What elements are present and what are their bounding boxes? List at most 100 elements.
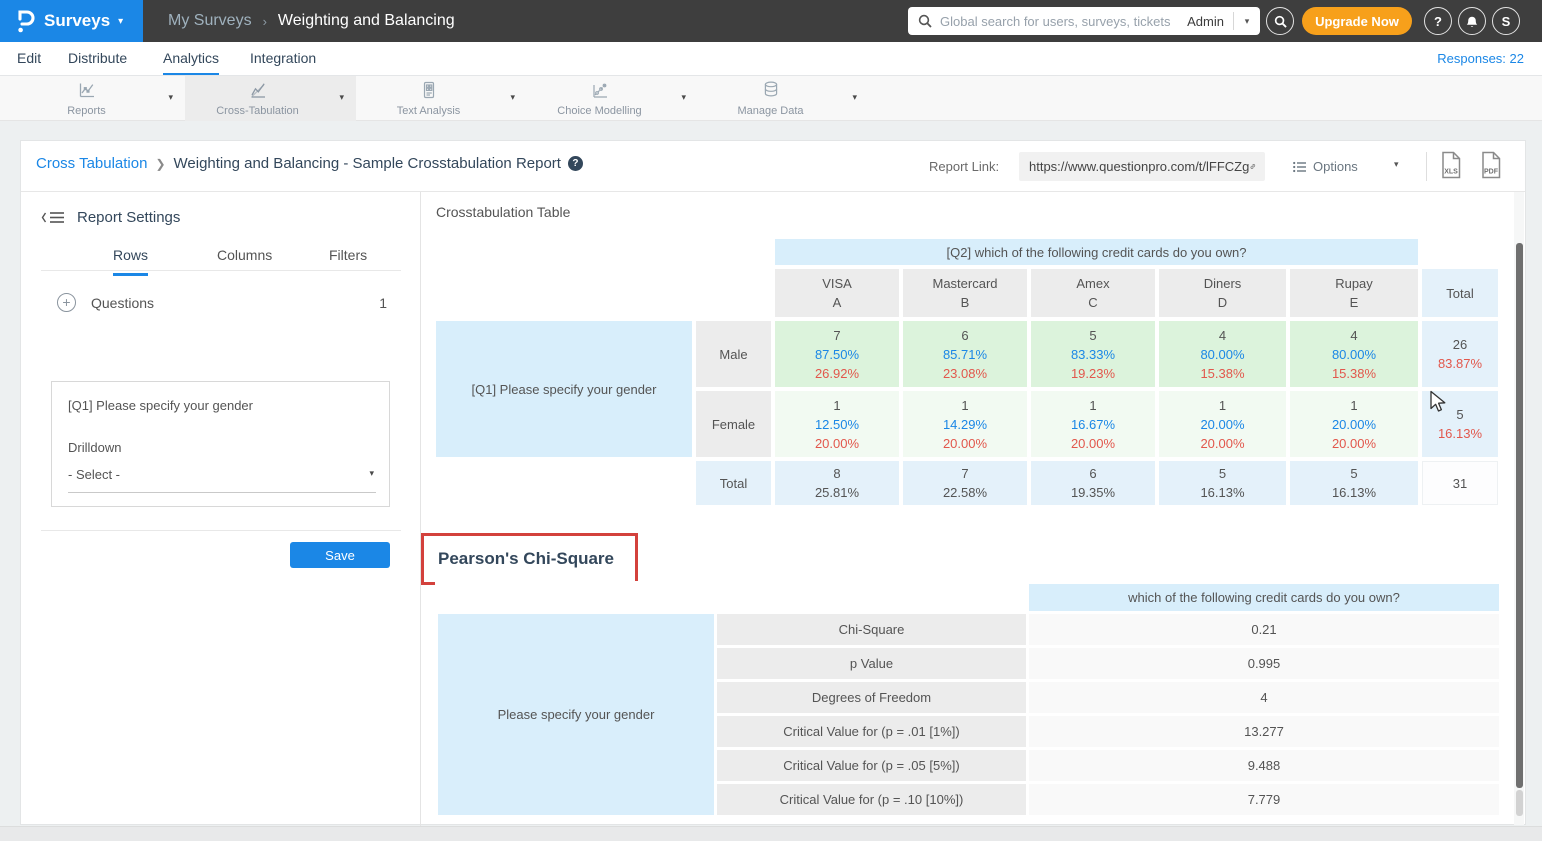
save-button[interactable]: Save [290, 542, 390, 568]
chevron-down-icon: ▾ [168, 92, 173, 103]
list-icon [1293, 161, 1307, 173]
analytics-toolbar: Reports ▾ Cross-Tabulation ▾ Text Analys… [0, 76, 1542, 121]
tab-distribute[interactable]: Distribute [68, 42, 127, 75]
breadcrumb-cross-tabulation[interactable]: Cross Tabulation [36, 155, 147, 172]
total-cell: 722.58% [903, 461, 1027, 505]
drilldown-select[interactable]: - Select - ▾ [68, 466, 376, 493]
questions-label: Questions [91, 295, 154, 311]
footer-strip [0, 826, 1542, 841]
chi-square-table: which of the following credit cards do y… [435, 581, 1502, 818]
chevron-down-icon: ▾ [339, 92, 344, 103]
chevron-down-icon: ▾ [510, 92, 515, 103]
report-link-url[interactable]: https://www.questionpro.com/t/lFFCZg [1029, 159, 1249, 174]
report-breadcrumb: Cross Tabulation ❯ Weighting and Balanci… [36, 155, 583, 172]
report-card: Cross Tabulation ❯ Weighting and Balanci… [20, 140, 1526, 825]
upgrade-now-button[interactable]: Upgrade Now [1302, 7, 1412, 35]
row-total-cell: 2683.87% [1422, 321, 1498, 387]
notifications-button[interactable] [1458, 7, 1486, 35]
row-question-cell: [Q1] Please specify your gender [436, 321, 692, 457]
add-question-icon[interactable]: + [57, 293, 76, 312]
report-settings-panel: Report Settings Rows Columns Filters + Q… [21, 192, 421, 826]
search-input[interactable] [940, 14, 1178, 29]
chi-stat-value: 4 [1029, 682, 1499, 713]
chevron-right-icon: ❯ [155, 157, 165, 171]
divider [1426, 152, 1427, 181]
question-card: [Q1] Please specify your gender Drilldow… [51, 381, 390, 507]
total-cell: 516.13% [1159, 461, 1286, 505]
database-icon [698, 80, 843, 100]
help-button[interactable]: ? [1424, 7, 1452, 35]
collapse-settings-button[interactable]: Report Settings [41, 209, 180, 226]
breadcrumb-my-surveys[interactable]: My Surveys [168, 12, 252, 30]
user-avatar[interactable]: S [1492, 7, 1520, 35]
responses-count[interactable]: Responses: 22 [1437, 42, 1524, 75]
chi-stat-value: 0.21 [1029, 614, 1499, 645]
question-text: [Q1] Please specify your gender [68, 398, 253, 413]
toolbar-item-choice-modelling[interactable]: Choice Modelling ▾ [527, 76, 698, 121]
data-cell: 114.29%20.00% [903, 391, 1027, 457]
total-cell: 516.13% [1290, 461, 1418, 505]
document-grid-icon [356, 80, 501, 100]
data-cell: 116.67%20.00% [1031, 391, 1155, 457]
data-cell: 480.00%15.38% [1290, 321, 1418, 387]
brand-label: Surveys [44, 11, 110, 31]
toolbar-item-text-analysis[interactable]: Text Analysis ▾ [356, 76, 527, 121]
report-link-field[interactable]: https://www.questionpro.com/t/lFFCZg [1019, 152, 1265, 181]
tab-rows[interactable]: Rows [113, 247, 148, 276]
data-cell: 120.00%20.00% [1290, 391, 1418, 457]
data-cell: 685.71%23.08% [903, 321, 1027, 387]
search-icon [1274, 15, 1287, 28]
line-chart-icon [14, 80, 159, 100]
chevron-down-icon: ▾ [681, 92, 686, 103]
total-column-header: Total [1422, 269, 1498, 317]
chi-stat-value: 0.995 [1029, 648, 1499, 679]
questions-section: + Questions 1 [21, 292, 421, 316]
chevron-down-icon[interactable]: ▾ [1394, 159, 1399, 170]
chi-stat-label: p Value [717, 648, 1026, 679]
top-navbar: Surveys ▾ My Surveys › Weighting and Bal… [0, 0, 1542, 42]
mouse-cursor [1429, 390, 1447, 414]
total-row-label: Total [696, 461, 771, 505]
toolbar-item-cross-tabulation[interactable]: Cross-Tabulation ▾ [185, 76, 356, 121]
data-cell: 787.50%26.92% [775, 321, 899, 387]
tab-edit[interactable]: Edit [17, 42, 41, 75]
data-cell: 480.00%15.38% [1159, 321, 1286, 387]
options-menu[interactable]: Options [1293, 152, 1358, 181]
chi-column-header: which of the following credit cards do y… [1029, 584, 1499, 611]
toolbar-item-reports[interactable]: Reports ▾ [14, 76, 185, 121]
divider [41, 270, 401, 271]
xls-export-icon[interactable]: XLS [1439, 151, 1463, 184]
search-scope-dropdown[interactable]: ▾ [1234, 16, 1260, 27]
total-cell: 825.81% [775, 461, 899, 505]
drilldown-label: Drilldown [68, 440, 121, 455]
pdf-export-icon[interactable]: PDF [1479, 151, 1503, 184]
bell-icon [1465, 14, 1479, 29]
settings-title: Report Settings [77, 209, 180, 226]
chi-stat-value: 7.779 [1029, 784, 1499, 815]
avatar-initial: S [1502, 14, 1511, 29]
vertical-scrollbar-thumb[interactable] [1516, 243, 1523, 788]
survey-nav: Edit Distribute Analytics Integration Re… [0, 42, 1542, 76]
grand-total-cell: 31 [1422, 461, 1498, 505]
tab-integration[interactable]: Integration [250, 42, 316, 75]
data-cell: 120.00%20.00% [1159, 391, 1286, 457]
chi-row-header: Please specify your gender [438, 614, 714, 815]
questions-count: 1 [379, 295, 387, 311]
product-switcher[interactable]: Surveys ▾ [0, 0, 143, 42]
link-icon[interactable] [1249, 158, 1257, 175]
tab-analytics[interactable]: Analytics [163, 42, 219, 75]
chevron-down-icon: ▾ [118, 16, 123, 27]
search-icon [918, 14, 932, 28]
total-cell: 619.35% [1031, 461, 1155, 505]
drilldown-value: - Select - [68, 467, 120, 482]
chi-stat-label: Critical Value for (p = .10 [10%]) [717, 784, 1026, 815]
column-header: DinersD [1159, 269, 1286, 317]
svg-text:PDF: PDF [1484, 169, 1499, 176]
data-cell: 583.33%19.23% [1031, 321, 1155, 387]
toolbar-item-manage-data[interactable]: Manage Data ▾ [698, 76, 869, 121]
chi-stat-label: Chi-Square [717, 614, 1026, 645]
search-button[interactable] [1266, 7, 1294, 35]
search-scope-label[interactable]: Admin [1178, 14, 1233, 29]
help-icon[interactable]: ? [568, 156, 583, 171]
chi-stat-label: Critical Value for (p = .05 [5%]) [717, 750, 1026, 781]
